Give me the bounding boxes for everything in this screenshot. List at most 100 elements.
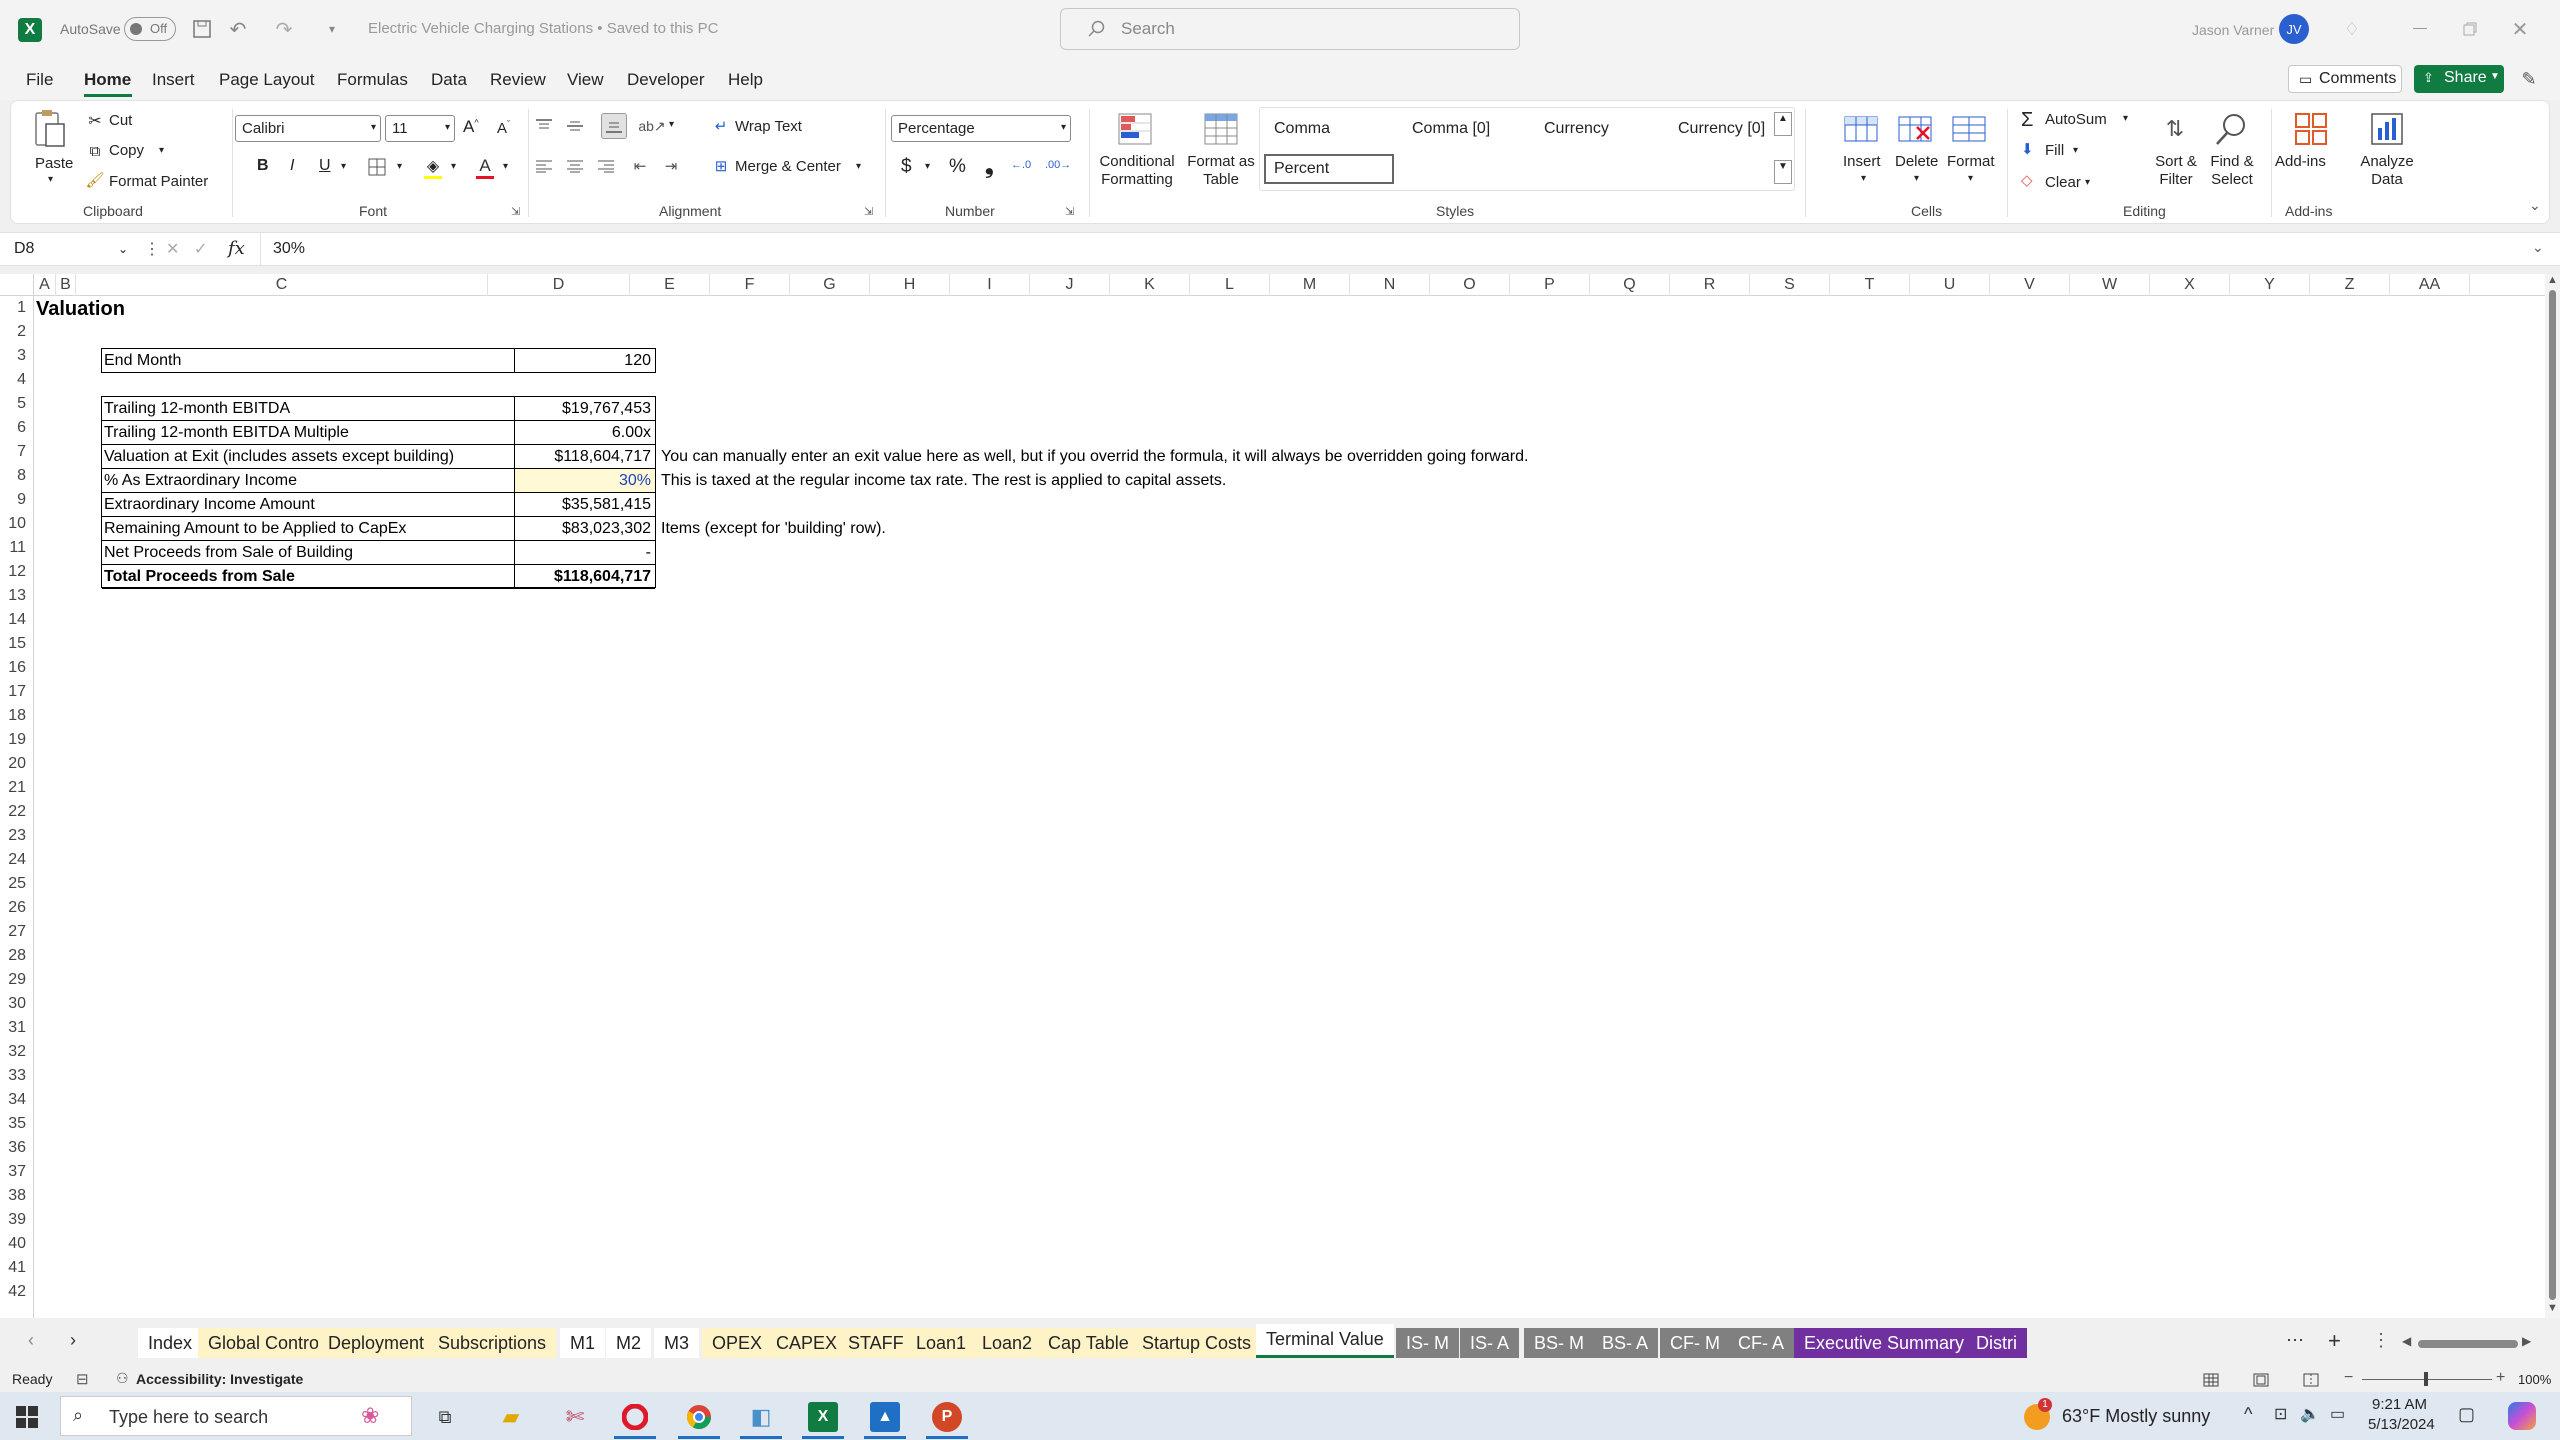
analyze-data-button[interactable]: Analyze Data: [2353, 153, 2421, 189]
sheet-tab[interactable]: CF- A: [1728, 1328, 1795, 1358]
sheet-tab[interactable]: Subscriptions: [428, 1328, 557, 1358]
insert-chevron-icon[interactable]: ▾: [1861, 173, 1866, 184]
autosum-button[interactable]: AutoSum: [2045, 111, 2107, 128]
comma-style-button[interactable]: ❟: [985, 153, 994, 179]
delete-cells-button[interactable]: Delete: [1895, 153, 1938, 170]
chrome-icon[interactable]: [684, 1402, 714, 1432]
format-cells-button[interactable]: Format: [1947, 153, 1995, 170]
orientation-icon[interactable]: ab↗: [638, 115, 665, 137]
sheet-tab[interactable]: CF- M: [1660, 1328, 1730, 1358]
lightbulb-icon[interactable]: ♢: [2340, 17, 2364, 41]
restore-icon[interactable]: [2450, 16, 2490, 42]
sheet-tab[interactable]: OPEX: [702, 1328, 773, 1358]
volume-icon[interactable]: 🔈: [2300, 1404, 2320, 1424]
paste-label[interactable]: Paste: [35, 155, 73, 172]
add-ins-icon[interactable]: [2291, 109, 2331, 149]
sheet-tab[interactable]: M1: [560, 1328, 606, 1358]
macro-icon[interactable]: ⊟: [76, 1370, 89, 1388]
snipping-tool-icon[interactable]: ✄: [560, 1402, 590, 1432]
sheet-tab[interactable]: Cap Table: [1038, 1328, 1139, 1358]
save-icon[interactable]: [190, 17, 214, 41]
alignment-dialog-launcher-icon[interactable]: ⇲: [864, 205, 873, 218]
font-color-chevron-icon[interactable]: ▾: [503, 161, 508, 172]
style-currency-0[interactable]: Currency [0]: [1678, 120, 1765, 138]
page-layout-view-icon[interactable]: [2250, 1370, 2272, 1390]
undo-icon[interactable]: ↶: [226, 17, 250, 41]
windows-start-icon[interactable]: [14, 1404, 40, 1430]
clear-chevron-icon[interactable]: ▾: [2085, 177, 2090, 188]
valuation-label[interactable]: Extraordinary Income Amount: [104, 493, 315, 517]
redo-icon[interactable]: ↷: [272, 17, 296, 41]
decrease-font-icon[interactable]: Aˇ: [497, 119, 510, 137]
valuation-value-cell[interactable]: $118,604,717: [515, 565, 655, 588]
valuation-note[interactable]: Items (except for 'building' row).: [661, 517, 886, 541]
valuation-value-cell[interactable]: $19,767,453: [515, 397, 655, 420]
valuation-value-cell[interactable]: -: [515, 541, 655, 564]
sheet-tab[interactable]: M3: [654, 1328, 700, 1358]
style-percent[interactable]: Percent: [1264, 154, 1394, 184]
excel-taskbar-icon[interactable]: X: [808, 1402, 838, 1432]
valuation-value-cell[interactable]: $83,023,302: [515, 517, 655, 540]
sheet-tab[interactable]: CAPEX: [766, 1328, 848, 1358]
align-top-icon[interactable]: [533, 115, 555, 137]
zoom-out-icon[interactable]: −: [2344, 1369, 2353, 1387]
sheet-tab[interactable]: IS- M: [1396, 1328, 1459, 1358]
task-view-icon[interactable]: ⧉: [432, 1404, 458, 1430]
bold-button[interactable]: B: [257, 157, 269, 175]
number-dialog-launcher-icon[interactable]: ⇲: [1065, 205, 1074, 218]
autosave-toggle[interactable]: Off: [124, 17, 176, 41]
collapse-ribbon-icon[interactable]: ⌄: [2529, 197, 2541, 214]
fill-chevron-icon[interactable]: ▾: [2073, 145, 2078, 156]
insert-cells-button[interactable]: Insert: [1843, 153, 1881, 170]
number-format-select[interactable]: Percentage ▾: [891, 115, 1071, 142]
style-comma-0[interactable]: Comma [0]: [1412, 120, 1490, 138]
weather-text[interactable]: 63°F Mostly sunny: [2062, 1406, 2210, 1427]
end-month-value[interactable]: 120: [624, 349, 651, 373]
feedback-icon[interactable]: ✎: [2516, 66, 2542, 92]
hscroll-right-icon[interactable]: ▶: [2522, 1334, 2531, 1348]
sheet-tab[interactable]: IS- A: [1460, 1328, 1520, 1358]
tab-page-layout[interactable]: Page Layout: [219, 70, 314, 90]
powerpoint-icon[interactable]: P: [932, 1402, 962, 1432]
sheet-tab[interactable]: Terminal Value: [1256, 1324, 1394, 1358]
sheet-options-icon[interactable]: ⋮: [2372, 1330, 2390, 1351]
vertical-scrollbar[interactable]: ▲ ▼: [2545, 274, 2560, 1318]
prev-sheet-icon[interactable]: ‹: [28, 1330, 34, 1351]
user-avatar[interactable]: JV: [2279, 14, 2309, 44]
format-painter-button[interactable]: Format Painter: [109, 173, 208, 190]
fill-chevron-icon[interactable]: ▾: [451, 161, 456, 172]
valuation-value-cell[interactable]: $35,581,415: [515, 493, 655, 516]
fill-button[interactable]: Fill: [2045, 142, 2064, 159]
sheet-tab[interactable]: M2: [606, 1328, 652, 1358]
sheet-title[interactable]: Valuation: [36, 296, 125, 322]
styles-scroll-up-icon[interactable]: ▲: [1774, 112, 1792, 136]
sheet-tab[interactable]: Distri: [1966, 1328, 2027, 1358]
tab-file[interactable]: File: [26, 70, 53, 90]
sheet-tab[interactable]: Deployment: [318, 1328, 435, 1358]
formula-input[interactable]: 30%: [260, 233, 2520, 265]
copy-button[interactable]: Copy: [109, 142, 144, 159]
wrap-text-button[interactable]: Wrap Text: [735, 118, 802, 135]
paste-icon[interactable]: [33, 107, 67, 151]
align-right-icon[interactable]: [595, 155, 617, 177]
align-left-icon[interactable]: [533, 155, 555, 177]
zoom-slider[interactable]: [2362, 1372, 2492, 1386]
style-comma[interactable]: Comma: [1274, 120, 1330, 138]
zoom-slider-thumb[interactable]: [2424, 1372, 2428, 1386]
customize-toolbar-icon[interactable]: ▾: [322, 17, 342, 41]
paste-chevron-icon[interactable]: ▾: [48, 174, 53, 185]
tab-home[interactable]: Home: [84, 70, 131, 90]
underline-button[interactable]: U: [319, 157, 331, 175]
sheet-tab[interactable]: Index: [138, 1328, 203, 1358]
valuation-label[interactable]: Valuation at Exit (includes assets excep…: [104, 445, 454, 469]
format-as-table-button[interactable]: Format as Table: [1183, 153, 1259, 189]
font-color-icon[interactable]: A: [473, 153, 497, 181]
conditional-formatting-button[interactable]: Conditional Formatting: [1095, 153, 1179, 189]
orientation-chevron-icon[interactable]: ▾: [669, 119, 674, 130]
sheet-tab[interactable]: Startup Costs: [1132, 1328, 1262, 1358]
decrease-decimal-icon[interactable]: .00→: [1045, 159, 1071, 171]
font-dialog-launcher-icon[interactable]: ⇲: [511, 205, 520, 218]
tab-developer[interactable]: Developer: [627, 70, 705, 90]
comments-button[interactable]: ▭ Comments: [2288, 65, 2402, 93]
valuation-value-cell[interactable]: 6.00x: [515, 421, 655, 444]
